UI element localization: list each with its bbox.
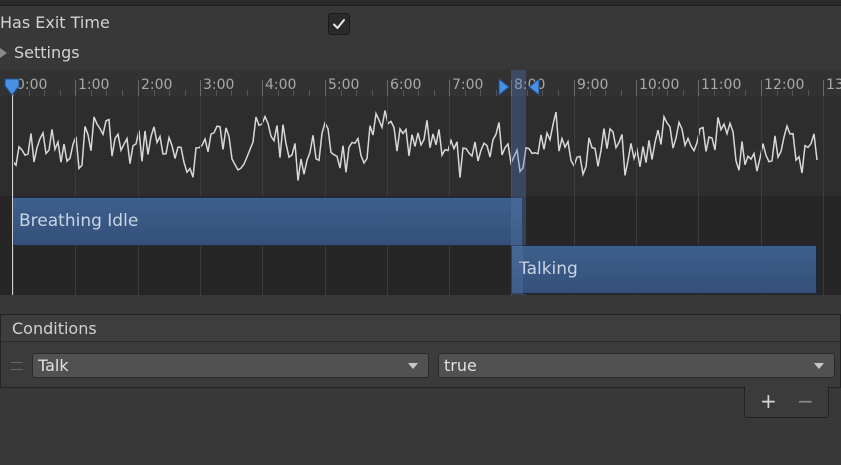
ruler-major-tick bbox=[200, 80, 201, 96]
conditions-header: Conditions bbox=[1, 315, 840, 342]
ruler-tick-label: 13: bbox=[826, 77, 841, 93]
ruler-major-tick bbox=[823, 80, 824, 96]
ruler-tick-label: 6:00 bbox=[390, 77, 422, 93]
playhead-line bbox=[12, 84, 13, 295]
timeline-grid-line bbox=[387, 96, 388, 295]
condition-value-text: true bbox=[444, 356, 477, 375]
timeline-grid-line bbox=[200, 96, 201, 295]
ruler-major-tick bbox=[262, 80, 263, 96]
ruler-major-tick bbox=[387, 80, 388, 96]
inspector-top-divider bbox=[0, 0, 841, 6]
blend-overlap bbox=[511, 197, 523, 294]
playhead-marker-icon[interactable] bbox=[4, 78, 20, 96]
ruler-tick-label: 0:00 bbox=[16, 77, 48, 93]
ruler-tick-label: 11:00 bbox=[701, 77, 742, 93]
timeline-grid-line bbox=[823, 96, 824, 295]
conditions-title: Conditions bbox=[12, 319, 97, 338]
condition-parameter-dropdown[interactable]: Talk bbox=[32, 353, 429, 378]
source-clip[interactable]: Breathing Idle bbox=[12, 197, 523, 246]
source-clip-label: Breathing Idle bbox=[19, 211, 139, 231]
has-exit-time-label: Has Exit Time bbox=[0, 13, 110, 32]
transition-start-marker-icon[interactable] bbox=[498, 78, 510, 96]
timeline-grid-line bbox=[325, 96, 326, 295]
ruler-major-tick bbox=[449, 80, 450, 96]
ruler-tick-label: 5:00 bbox=[328, 77, 360, 93]
ruler-tick-label: 1:00 bbox=[78, 77, 110, 93]
has-exit-time-checkbox[interactable] bbox=[328, 13, 350, 35]
foldout-arrow-icon bbox=[0, 48, 7, 58]
ruler-major-tick bbox=[574, 80, 575, 96]
conditions-panel: Conditions Talk true bbox=[0, 314, 841, 388]
ruler-tick-label: 2:00 bbox=[141, 77, 173, 93]
timeline-grid-line bbox=[75, 96, 76, 295]
timeline-grid-line bbox=[262, 96, 263, 295]
timeline-grid-line bbox=[138, 96, 139, 295]
ruler-tick-label: 10:00 bbox=[639, 77, 680, 93]
ruler-tick-label: 4:00 bbox=[265, 77, 297, 93]
ruler-major-tick bbox=[138, 80, 139, 96]
add-condition-button[interactable]: + bbox=[760, 389, 777, 413]
ruler-major-tick bbox=[636, 80, 637, 96]
reorder-handle-icon[interactable] bbox=[11, 362, 23, 370]
ruler-major-tick bbox=[698, 80, 699, 96]
checkmark-icon bbox=[333, 19, 345, 29]
transition-end-marker-icon[interactable] bbox=[528, 78, 540, 96]
ruler-tick-label: 9:00 bbox=[577, 77, 609, 93]
has-exit-time-row: Has Exit Time bbox=[0, 12, 841, 36]
conditions-footer: + − bbox=[744, 386, 829, 418]
ruler-major-tick bbox=[325, 80, 326, 96]
condition-parameter-value: Talk bbox=[38, 356, 69, 375]
ruler-major-tick bbox=[761, 80, 762, 96]
waveform-area bbox=[0, 96, 841, 196]
waveform-graph bbox=[12, 110, 818, 181]
dropdown-arrow-icon bbox=[408, 363, 418, 369]
dropdown-arrow-icon bbox=[814, 363, 824, 369]
destination-clip[interactable]: Talking bbox=[511, 245, 817, 294]
timeline-grid-line bbox=[449, 96, 450, 295]
time-ruler[interactable]: 0:00 1:00 2:00 3:00 4:00 5:00 6:00 7:00 8:00 9:00… bbox=[0, 70, 841, 96]
remove-condition-button[interactable]: − bbox=[797, 389, 814, 413]
ruler-tick-label: 7:00 bbox=[452, 77, 484, 93]
ruler-tick-label: 12:00 bbox=[764, 77, 805, 93]
settings-label: Settings bbox=[14, 43, 80, 62]
ruler-tick-label: 3:00 bbox=[203, 77, 235, 93]
transition-timeline[interactable]: 0:00 1:00 2:00 3:00 4:00 5:00 6:00 7:00 8:00 9:00… bbox=[0, 70, 841, 295]
destination-clip-label: Talking bbox=[519, 259, 578, 279]
condition-value-dropdown[interactable]: true bbox=[438, 353, 835, 378]
timeline-grid-line bbox=[13, 96, 14, 295]
ruler-major-tick bbox=[75, 80, 76, 96]
